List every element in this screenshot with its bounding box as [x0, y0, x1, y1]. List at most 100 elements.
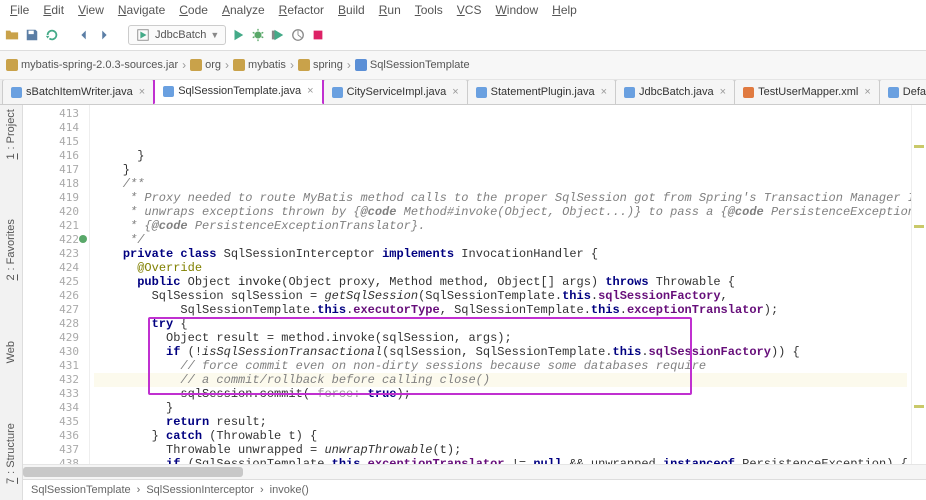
run-config-selector[interactable]: JdbcBatch ▼	[128, 25, 226, 45]
code-line[interactable]: SqlSession sqlSession = getSqlSession(Sq…	[94, 289, 907, 303]
tab-sqlsessiontemplate-java[interactable]: SqlSessionTemplate.java×	[153, 80, 323, 105]
line-number[interactable]: 436	[23, 429, 79, 443]
code-line[interactable]: }	[94, 149, 907, 163]
horizontal-scrollbar[interactable]	[23, 464, 926, 479]
run-icon[interactable]	[230, 27, 246, 43]
crumb-mybatis-spring-2-0-3-sources-jar[interactable]: mybatis-spring-2.0.3-sources.jar	[6, 59, 178, 71]
code-line[interactable]: * Proxy needed to route MyBatis method c…	[94, 191, 907, 205]
close-icon[interactable]: ×	[864, 86, 870, 98]
toolwin-structure[interactable]: 7: Structure	[5, 423, 17, 484]
line-number[interactable]: 433	[23, 387, 79, 401]
code-line[interactable]: }	[94, 163, 907, 177]
crumb-spring[interactable]: spring	[298, 59, 343, 71]
line-number[interactable]: 432	[23, 373, 79, 387]
toolwin-favorites[interactable]: 2: Favorites	[5, 219, 17, 280]
close-icon[interactable]: ×	[139, 86, 145, 98]
line-number[interactable]: 417	[23, 163, 79, 177]
menu-file[interactable]: File	[4, 2, 35, 18]
line-number[interactable]: 421	[23, 219, 79, 233]
code-line[interactable]: } catch (Throwable t) {	[94, 429, 907, 443]
menu-tools[interactable]: Tools	[409, 2, 449, 18]
code-line[interactable]: public Object invoke(Object proxy, Metho…	[94, 275, 907, 289]
code-line[interactable]: */	[94, 233, 907, 247]
save-icon[interactable]	[24, 27, 40, 43]
forward-icon[interactable]	[96, 27, 112, 43]
menu-code[interactable]: Code	[173, 2, 214, 18]
tab-testusermapper-xml[interactable]: TestUserMapper.xml×	[734, 80, 880, 104]
code-line[interactable]: Throwable unwrapped = unwrapThrowable(t)…	[94, 443, 907, 457]
tab-statementplugin-java[interactable]: StatementPlugin.java×	[467, 80, 616, 104]
line-number[interactable]: 428	[23, 317, 79, 331]
close-icon[interactable]: ×	[452, 86, 458, 98]
refresh-icon[interactable]	[44, 27, 60, 43]
run-config-label: JdbcBatch	[155, 29, 206, 41]
line-number[interactable]: 426	[23, 289, 79, 303]
code-line[interactable]: * unwraps exceptions thrown by {@code Me…	[94, 205, 907, 219]
toolwin-web[interactable]: Web	[5, 341, 17, 363]
structure-breadcrumb[interactable]: SqlSessionTemplate›SqlSessionInterceptor…	[23, 479, 926, 500]
struct-crumb[interactable]: invoke()	[270, 484, 309, 496]
toolwin-project[interactable]: 1: Project	[5, 109, 17, 159]
line-number[interactable]: 414	[23, 121, 79, 135]
line-gutter[interactable]: 4134144154164174184194204214224234244254…	[23, 105, 90, 464]
code-line[interactable]: }	[94, 401, 907, 415]
menu-refactor[interactable]: Refactor	[273, 2, 330, 18]
code-line[interactable]: return result;	[94, 415, 907, 429]
line-number[interactable]: 420	[23, 205, 79, 219]
line-number[interactable]: 422	[23, 233, 79, 247]
line-number[interactable]: 431	[23, 359, 79, 373]
crumb-org[interactable]: org	[190, 59, 221, 71]
line-number[interactable]: 416	[23, 149, 79, 163]
stop-icon[interactable]	[310, 27, 326, 43]
code-line[interactable]: /**	[94, 177, 907, 191]
crumb-mybatis[interactable]: mybatis	[233, 59, 286, 71]
menu-analyze[interactable]: Analyze	[216, 2, 271, 18]
debug-icon[interactable]	[250, 27, 266, 43]
nav-breadcrumb: mybatis-spring-2.0.3-sources.jar›org›myb…	[0, 51, 926, 80]
line-number[interactable]: 429	[23, 331, 79, 345]
menu-build[interactable]: Build	[332, 2, 371, 18]
tab-jdbcbatch-java[interactable]: JdbcBatch.java×	[615, 80, 735, 104]
struct-crumb[interactable]: SqlSessionTemplate	[31, 484, 131, 496]
crumb-sqlsessiontemplate[interactable]: SqlSessionTemplate	[355, 59, 470, 71]
menu-vcs[interactable]: VCS	[451, 2, 488, 18]
close-icon[interactable]: ×	[307, 85, 313, 97]
line-number[interactable]: 419	[23, 191, 79, 205]
line-number[interactable]: 413	[23, 107, 79, 121]
line-number[interactable]: 423	[23, 247, 79, 261]
line-number[interactable]: 427	[23, 303, 79, 317]
line-number[interactable]: 437	[23, 443, 79, 457]
line-number[interactable]: 435	[23, 415, 79, 429]
menu-edit[interactable]: Edit	[37, 2, 70, 18]
code-line[interactable]: private class SqlSessionInterceptor impl…	[94, 247, 907, 261]
code-line[interactable]: @Override	[94, 261, 907, 275]
menu-help[interactable]: Help	[546, 2, 583, 18]
line-number[interactable]: 415	[23, 135, 79, 149]
line-number[interactable]: 430	[23, 345, 79, 359]
line-number[interactable]: 438	[23, 457, 79, 464]
error-stripe[interactable]	[911, 105, 926, 464]
code-line[interactable]: SqlSessionTemplate.this.executorType, Sq…	[94, 303, 907, 317]
menu-run[interactable]: Run	[373, 2, 407, 18]
close-icon[interactable]: ×	[720, 86, 726, 98]
close-icon[interactable]: ×	[601, 86, 607, 98]
line-number[interactable]: 425	[23, 275, 79, 289]
code-line[interactable]: if (SqlSessionTemplate.this.exceptionTra…	[94, 457, 907, 464]
menu-window[interactable]: Window	[489, 2, 544, 18]
tab-cityserviceimpl-java[interactable]: CityServiceImpl.java×	[323, 80, 468, 104]
line-number[interactable]: 418	[23, 177, 79, 191]
menu-bar: FileEditViewNavigateCodeAnalyzeRefactorB…	[0, 0, 926, 20]
code-editor[interactable]: } } /** * Proxy needed to route MyBatis …	[90, 105, 911, 464]
menu-view[interactable]: View	[72, 2, 110, 18]
coverage-icon[interactable]	[270, 27, 286, 43]
line-number[interactable]: 424	[23, 261, 79, 275]
profile-icon[interactable]	[290, 27, 306, 43]
code-line[interactable]: * {@code PersistenceExceptionTranslator}…	[94, 219, 907, 233]
line-number[interactable]: 434	[23, 401, 79, 415]
menu-navigate[interactable]: Navigate	[112, 2, 171, 18]
tab-sbatchitemwriter-java[interactable]: sBatchItemWriter.java×	[2, 80, 154, 104]
back-icon[interactable]	[76, 27, 92, 43]
open-icon[interactable]	[4, 27, 20, 43]
struct-crumb[interactable]: SqlSessionInterceptor	[146, 484, 254, 496]
tab-defaultsqlsession-java[interactable]: DefaultSqlSession.java×	[879, 80, 926, 104]
